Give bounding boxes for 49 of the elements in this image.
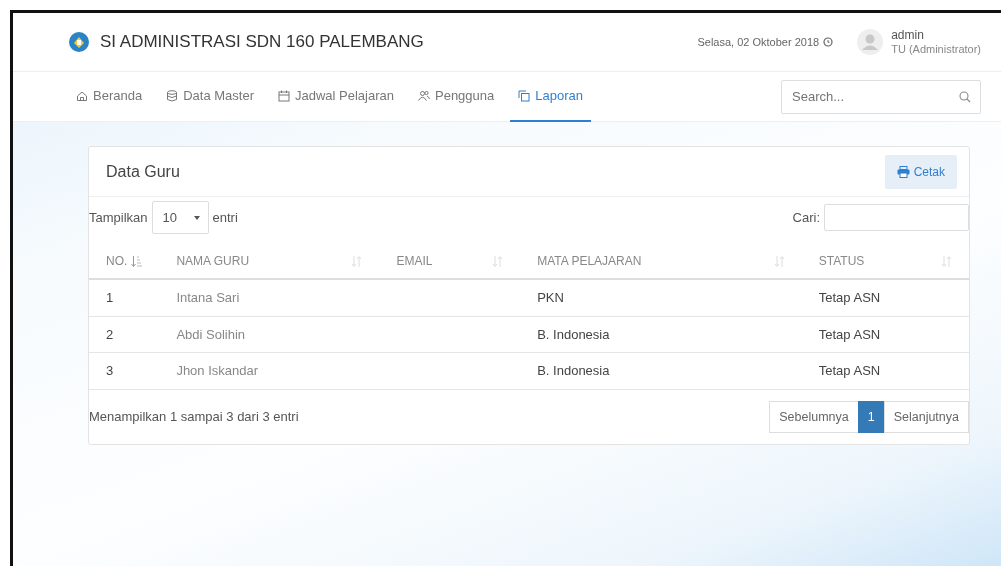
user-name: admin <box>891 28 925 43</box>
page-button[interactable]: 1 <box>857 400 885 434</box>
logo-icon <box>68 31 90 53</box>
column-header[interactable]: EMAIL <box>396 252 433 270</box>
length-suffix: entri <box>212 208 238 227</box>
card-title: Data Guru <box>106 161 180 182</box>
table-cell: Jhon Iskandar <box>176 363 259 378</box>
column-header[interactable]: NAMA GURU <box>176 252 250 270</box>
entries-select[interactable]: 10 <box>151 201 209 234</box>
table-cell: 3 <box>106 363 114 378</box>
table-cell: Tetap ASN <box>818 290 881 305</box>
column-header[interactable]: STATUS <box>818 252 865 270</box>
table-cell: Abdi Solihin <box>176 326 246 342</box>
table-cell: 1 <box>106 290 114 305</box>
table-cell: B. Indonesia <box>537 363 610 378</box>
column-header[interactable]: MATA PELAJARAN <box>537 252 642 270</box>
nav-tab[interactable]: Jadwal Pelajaran <box>269 71 402 122</box>
table-info: Menampilkan 1 sampai 3 dari 3 entri <box>89 408 299 427</box>
search-icon <box>959 90 971 103</box>
users-icon <box>418 89 430 102</box>
page-button[interactable]: Sebelumnya <box>769 400 859 434</box>
print-button[interactable]: Cetak <box>884 154 957 189</box>
copy-icon <box>518 89 531 102</box>
table-cell: B. Indonesia <box>537 326 610 342</box>
nav-tab[interactable]: Pengguna <box>410 71 503 122</box>
table-cell: Tetap ASN <box>818 363 881 378</box>
nav-tab[interactable]: Beranda <box>68 71 151 122</box>
database-icon <box>166 89 179 102</box>
page-button[interactable]: Selanjutnya <box>883 400 969 434</box>
home-icon <box>76 89 88 102</box>
app-title: SI ADMINISTRASI SDN 160 PALEMBANG <box>100 31 424 54</box>
calendar-icon <box>277 89 290 102</box>
table-cell: 2 <box>106 326 114 342</box>
nav-tab[interactable]: Data Master <box>158 71 262 122</box>
printer-icon <box>896 165 910 178</box>
search-field[interactable]: Search... <box>781 79 981 114</box>
table-cell: Intana Sari <box>176 290 240 305</box>
avatar-icon <box>857 29 884 55</box>
filter-field[interactable] <box>824 204 969 231</box>
clock-icon <box>823 37 834 47</box>
length-label: Tampilkan <box>89 208 148 227</box>
date-text: Selasa, 02 Oktober 2018 <box>697 34 820 50</box>
caret-icon <box>193 215 200 220</box>
nav-tab[interactable]: Laporan <box>510 71 591 122</box>
filter-label: Cari: <box>792 208 820 227</box>
table-cell: Tetap ASN <box>818 326 881 342</box>
table-cell: PKN <box>537 290 564 305</box>
user-role: TU (Administrator) <box>891 42 981 56</box>
column-header[interactable]: NO. <box>106 252 128 270</box>
